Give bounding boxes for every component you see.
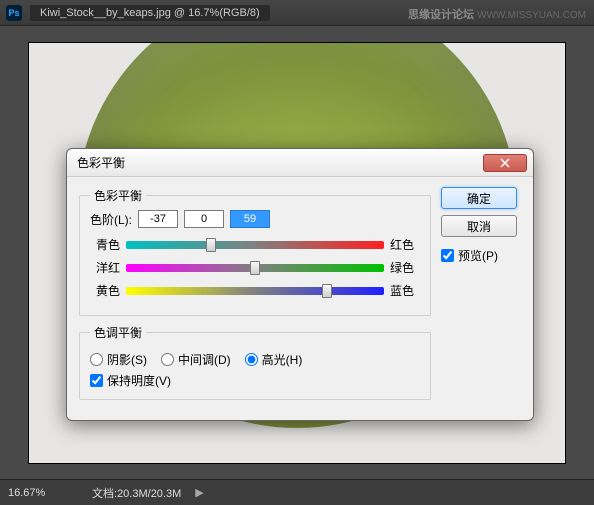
app-titlebar: Ps Kiwi_Stock__by_keaps.jpg @ 16.7%(RGB/… <box>0 0 594 26</box>
checkbox-preview[interactable]: 预览(P) <box>441 247 521 264</box>
slider-thumb-3[interactable] <box>322 284 332 298</box>
slider-track-1[interactable] <box>126 241 384 249</box>
slider-magenta-green: 洋红 绿色 <box>90 259 420 276</box>
slider-track-2[interactable] <box>126 264 384 272</box>
level-row: 色阶(L): -37 0 59 <box>90 210 420 228</box>
close-button[interactable] <box>483 154 527 172</box>
slider-thumb-1[interactable] <box>206 238 216 252</box>
slider-cyan-red: 青色 红色 <box>90 236 420 253</box>
color-balance-legend: 色彩平衡 <box>90 187 146 204</box>
color-balance-group: 色彩平衡 色阶(L): -37 0 59 青色 红色 洋红 绿色 <box>79 187 431 316</box>
dialog-titlebar[interactable]: 色彩平衡 <box>67 149 533 177</box>
slider-yellow-blue: 黄色 蓝色 <box>90 282 420 299</box>
play-icon[interactable]: ▶ <box>195 486 203 499</box>
label-cyan: 青色 <box>90 236 120 253</box>
slider-track-3[interactable] <box>126 287 384 295</box>
level-input-b[interactable]: 0 <box>184 210 224 228</box>
level-input-c[interactable]: 59 <box>230 210 270 228</box>
level-input-a[interactable]: -37 <box>138 210 178 228</box>
document-tab[interactable]: Kiwi_Stock__by_keaps.jpg @ 16.7%(RGB/8) <box>30 5 270 21</box>
photoshop-icon: Ps <box>6 5 22 21</box>
radio-midtones[interactable]: 中间调(D) <box>161 351 231 368</box>
label-green: 绿色 <box>390 259 420 276</box>
zoom-level[interactable]: 16.67% <box>8 487 78 499</box>
close-icon <box>500 158 510 168</box>
ok-button[interactable]: 确定 <box>441 187 517 209</box>
checkbox-preserve-luminosity[interactable]: 保持明度(V) <box>90 372 420 389</box>
label-magenta: 洋红 <box>90 259 120 276</box>
watermark: 思缘设计论坛 WWW.MISSYUAN.COM <box>408 6 586 22</box>
cancel-button[interactable]: 取消 <box>441 215 517 237</box>
slider-thumb-2[interactable] <box>250 261 260 275</box>
doc-size: 文档:20.3M/20.3M <box>92 485 181 501</box>
label-blue: 蓝色 <box>390 282 420 299</box>
radio-highlights[interactable]: 高光(H) <box>245 351 303 368</box>
status-bar: 16.67% 文档:20.3M/20.3M ▶ <box>0 479 594 505</box>
radio-shadows[interactable]: 阴影(S) <box>90 351 147 368</box>
dialog-title: 色彩平衡 <box>77 154 483 171</box>
label-yellow: 黄色 <box>90 282 120 299</box>
tone-balance-legend: 色调平衡 <box>90 324 146 341</box>
tone-balance-group: 色调平衡 阴影(S) 中间调(D) 高光(H) 保持明度(V) <box>79 324 431 400</box>
label-red: 红色 <box>390 236 420 253</box>
level-label: 色阶(L): <box>90 211 132 228</box>
color-balance-dialog: 色彩平衡 色彩平衡 色阶(L): -37 0 59 青色 红色 <box>66 148 534 421</box>
